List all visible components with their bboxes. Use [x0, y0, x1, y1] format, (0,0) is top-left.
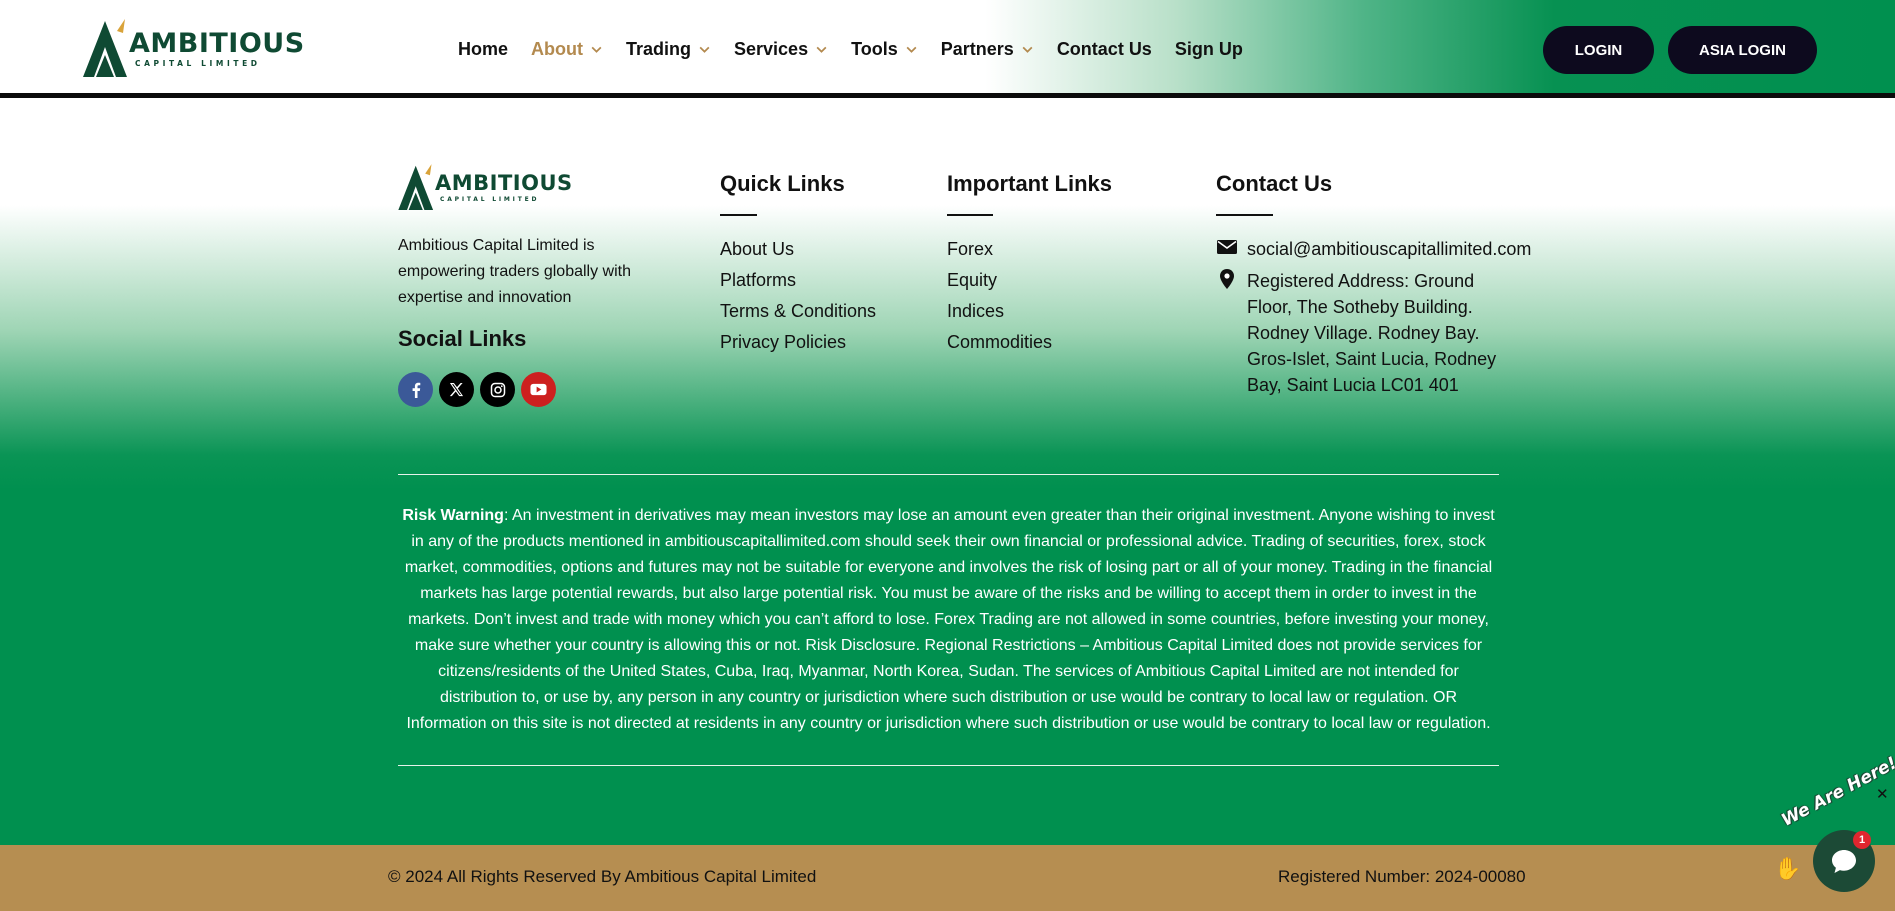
x-icon[interactable]: [439, 372, 474, 407]
nav-label: About: [531, 38, 583, 59]
nav-label: Tools: [851, 38, 898, 59]
footer-divider-top: [398, 474, 1499, 475]
chat-close-icon[interactable]: ✕: [1876, 785, 1889, 803]
footer-divider-bottom: [398, 765, 1499, 766]
risk-warning: Risk Warning: An investment in derivativ…: [398, 503, 1499, 737]
important-links-list: Forex Equity Indices Commodities: [947, 234, 1052, 358]
contact-address: Registered Address: Ground Floor, The So…: [1216, 268, 1506, 398]
link-forex[interactable]: Forex: [947, 234, 1052, 265]
nav-label: Sign Up: [1174, 38, 1243, 59]
chevron-down-icon: [906, 46, 917, 53]
contact-us-underline: [1216, 214, 1273, 216]
risk-warning-label: Risk Warning: [402, 507, 504, 524]
waving-hand-icon: ✋: [1774, 856, 1802, 881]
login-button[interactable]: LOGIN: [1543, 26, 1654, 74]
chevron-down-icon: [591, 46, 602, 53]
link-commodities[interactable]: Commodities: [947, 327, 1052, 358]
social-links-title: Social Links: [398, 326, 527, 351]
nav-contact-us[interactable]: Contact Us: [1057, 39, 1152, 60]
link-privacy-policies[interactable]: Privacy Policies: [720, 327, 876, 358]
link-indices[interactable]: Indices: [947, 296, 1052, 327]
chevron-down-icon: [816, 46, 827, 53]
nav-label: Trading: [626, 38, 692, 59]
link-platforms[interactable]: Platforms: [720, 265, 876, 296]
chat-bubble-icon: [1832, 850, 1856, 873]
logo-sub-text: CAPITAL LIMITED: [135, 58, 261, 68]
logo-brand-text: AMBITIOUS: [435, 171, 573, 195]
contact-address-text: Registered Address: Ground Floor, The So…: [1247, 271, 1497, 395]
contact-email-text: social@ambitiouscapitallimited.com: [1247, 239, 1532, 259]
nav-label: Partners: [940, 38, 1014, 59]
link-about-us[interactable]: About Us: [720, 234, 876, 265]
chat-unread-badge: 1: [1853, 831, 1871, 849]
logo-mark-icon: [83, 15, 129, 82]
quick-links-underline: [720, 214, 757, 216]
footer-about-text: Ambitious Capital Limited is empowering …: [398, 237, 631, 306]
facebook-icon[interactable]: [398, 372, 433, 407]
nav-home[interactable]: Home: [458, 39, 508, 60]
nav-about[interactable]: About: [531, 39, 603, 60]
location-pin-icon: [1220, 269, 1234, 289]
chevron-down-icon: [699, 46, 710, 53]
nav-partners[interactable]: Partners: [941, 39, 1034, 60]
registered-number: Registered Number: 2024-00080: [1278, 867, 1526, 886]
nav-sign-up[interactable]: Sign Up: [1175, 39, 1243, 60]
nav-trading[interactable]: Trading: [626, 39, 711, 60]
nav-label: Services: [734, 38, 809, 59]
logo-brand-text: AMBITIOUS: [129, 27, 305, 59]
important-links-title: Important Links: [947, 171, 1113, 196]
risk-warning-text: : An investment in derivatives may mean …: [404, 507, 1495, 732]
main-nav: Home About Trading Services Tools Partne…: [458, 36, 1243, 62]
nav-services[interactable]: Services: [734, 39, 828, 60]
envelope-icon: [1217, 240, 1237, 254]
contact-email[interactable]: social@ambitiouscapitallimited.com: [1216, 236, 1531, 262]
nav-label: Home: [458, 38, 509, 59]
copyright-bar: [0, 845, 1895, 911]
chevron-down-icon: [1022, 46, 1033, 53]
quick-links-title: Quick Links: [720, 171, 845, 196]
site-header: AMBITIOUS CAPITAL LIMITED Home About Tra…: [0, 0, 1895, 98]
quick-links-list: About Us Platforms Terms & Conditions Pr…: [720, 234, 876, 358]
logo-mark-icon: [398, 161, 435, 215]
logo-sub-text: CAPITAL LIMITED: [440, 196, 540, 203]
instagram-icon[interactable]: [480, 372, 515, 407]
youtube-icon[interactable]: [521, 372, 556, 407]
asia-login-button[interactable]: ASIA LOGIN: [1668, 26, 1817, 74]
social-links: [398, 372, 562, 407]
link-terms-conditions[interactable]: Terms & Conditions: [720, 296, 876, 327]
header-logo[interactable]: AMBITIOUS CAPITAL LIMITED: [83, 15, 305, 82]
copyright-text: © 2024 All Rights Reserved By Ambitious …: [388, 867, 817, 886]
nav-tools[interactable]: Tools: [851, 39, 918, 60]
nav-label: Contact Us: [1056, 38, 1152, 59]
important-links-underline: [947, 214, 993, 216]
footer-logo[interactable]: AMBITIOUS CAPITAL LIMITED: [398, 161, 573, 215]
link-equity[interactable]: Equity: [947, 265, 1052, 296]
contact-us-title: Contact Us: [1216, 171, 1333, 196]
